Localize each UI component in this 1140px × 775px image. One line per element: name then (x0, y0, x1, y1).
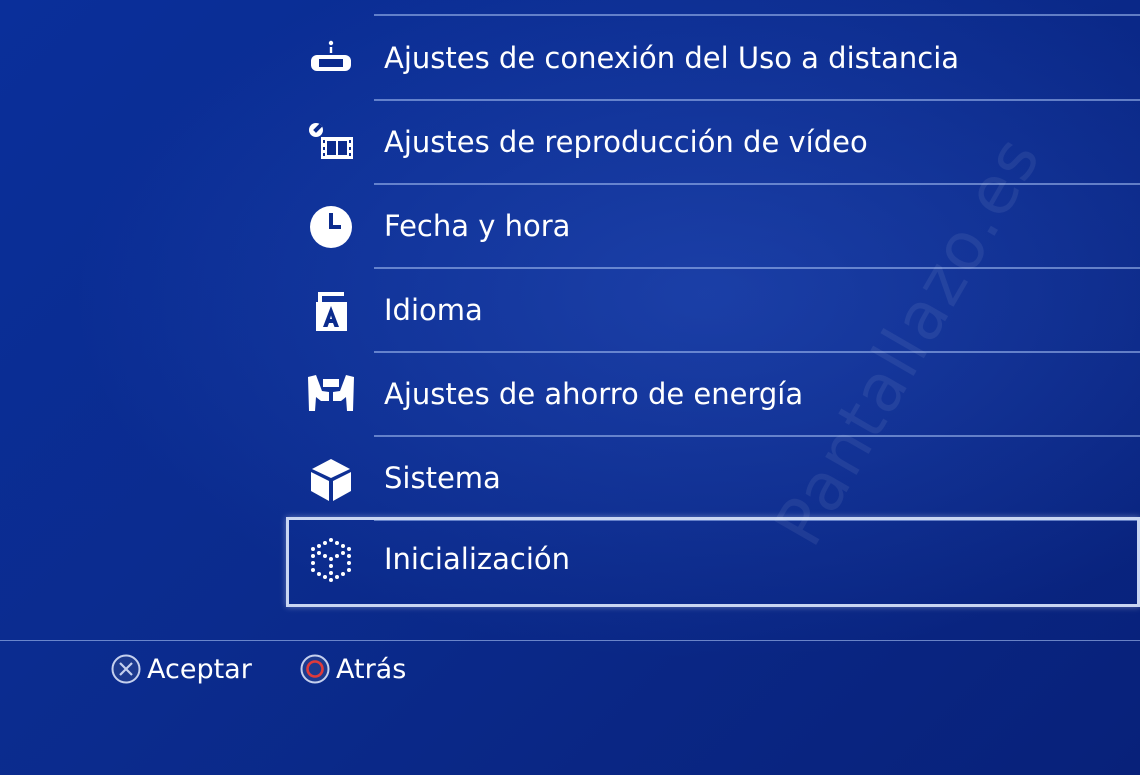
menu-item-remote-play-settings[interactable]: Ajustes de conexión del Uso a distancia (286, 16, 1140, 101)
video-wrench-icon (307, 119, 355, 167)
cube-icon (307, 455, 355, 503)
back-button-hint[interactable]: Atrás (300, 651, 406, 687)
remote-play-vita-icon (307, 35, 355, 83)
language-icon (307, 287, 355, 335)
menu-item-language[interactable]: Idioma (286, 268, 1140, 353)
clock-icon (307, 203, 355, 251)
cross-button-icon (111, 654, 141, 684)
accept-label: Aceptar (147, 653, 252, 685)
menu-item-label: Ajustes de conexión del Uso a distancia (384, 41, 960, 75)
circle-button-icon (300, 654, 330, 684)
menu-item-label: Sistema (384, 461, 501, 495)
menu-item-label: Ajustes de reproducción de vídeo (384, 125, 868, 159)
menu-item-system[interactable]: Sistema (286, 436, 1140, 521)
menu-item-power-save[interactable]: Ajustes de ahorro de energía (286, 352, 1140, 437)
back-label: Atrás (336, 653, 407, 685)
power-save-icon (307, 371, 355, 419)
button-guide-footer: Aceptar Atrás (0, 641, 1140, 775)
menu-item-label: Inicialización (384, 542, 570, 576)
menu-item-label: Idioma (384, 293, 483, 327)
accept-button-hint[interactable]: Aceptar (111, 651, 252, 687)
menu-item-initialization[interactable]: Inicialización (286, 517, 1140, 607)
settings-menu: Ajustes de conexión del Uso a distancia … (0, 0, 1140, 640)
menu-item-label: Ajustes de ahorro de energía (384, 377, 804, 411)
menu-item-label: Fecha y hora (384, 209, 571, 243)
dotted-cube-icon (307, 536, 355, 584)
